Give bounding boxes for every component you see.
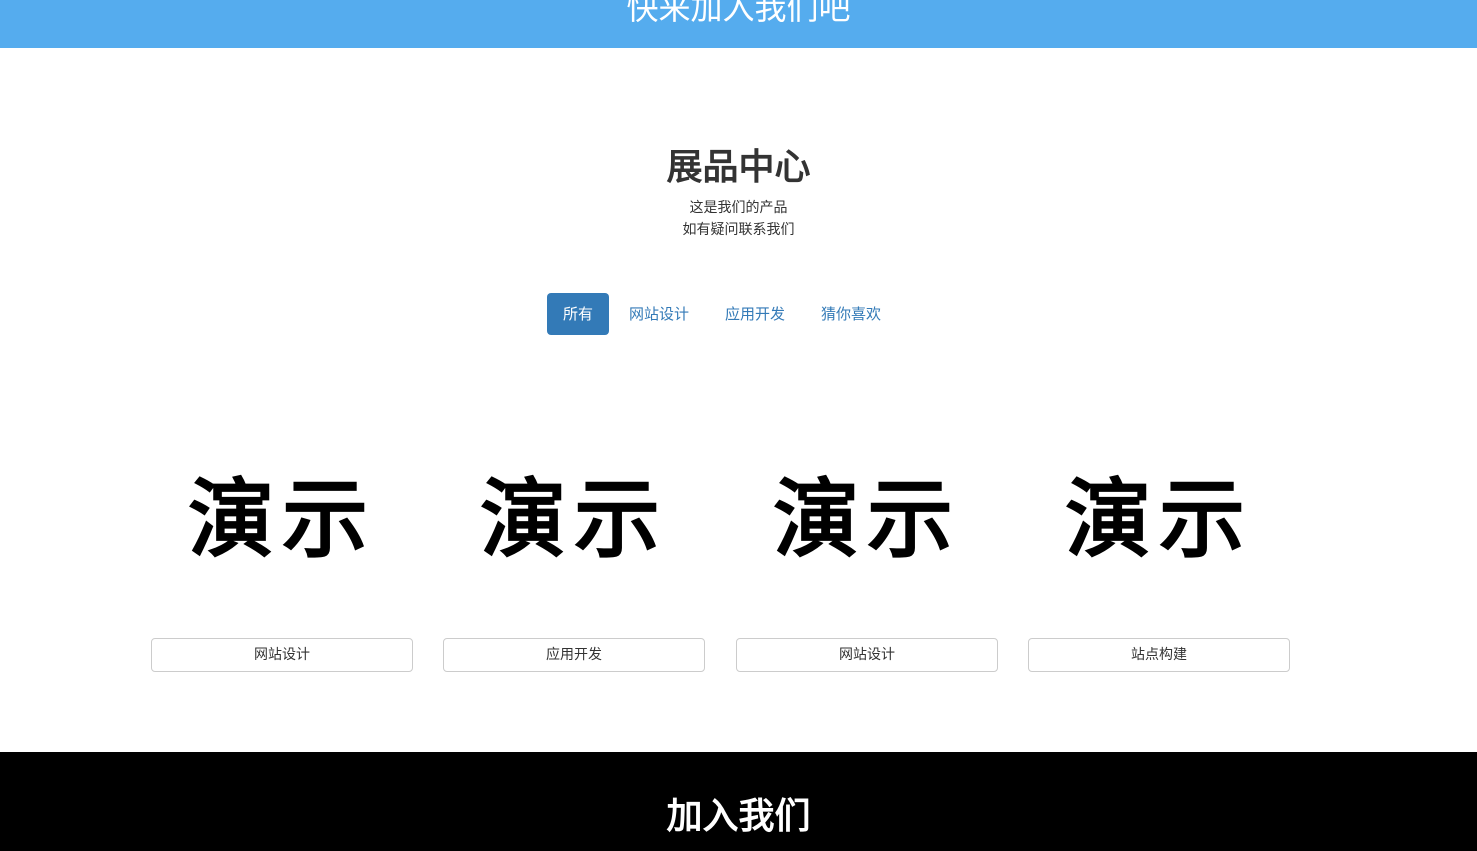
filter-tab-web-design[interactable]: 网站设计: [613, 293, 705, 335]
section-subtitle-line2: 如有疑问联系我们: [682, 222, 795, 238]
product-button[interactable]: 站点构建: [1028, 638, 1290, 672]
page-title: 展品中心: [666, 147, 811, 188]
filter-tab-all[interactable]: 所有: [547, 293, 610, 335]
filter-tab-guess-you-like[interactable]: 猜你喜欢: [805, 293, 897, 335]
banner-title: 快来加入我们吧: [626, 0, 851, 27]
section-subtitle-line1: 这是我们的产品: [689, 200, 788, 216]
product-button[interactable]: 网站设计: [151, 638, 413, 672]
footer-band: 加入我们: [0, 752, 1477, 851]
product-button[interactable]: 应用开发: [443, 638, 705, 672]
product-image: 演示: [480, 470, 668, 570]
filter-nav: 所有 网站设计 应用开发 猜你喜欢: [547, 293, 901, 335]
product-button[interactable]: 网站设计: [736, 638, 998, 672]
product-card: 演示 网站设计: [151, 470, 413, 680]
product-card: 演示 站点构建: [1028, 470, 1290, 680]
product-card: 演示 网站设计: [736, 470, 998, 680]
product-image: 演示: [188, 470, 376, 570]
product-image: 演示: [773, 470, 961, 570]
product-image: 演示: [1065, 470, 1253, 570]
footer-title: 加入我们: [666, 796, 811, 837]
top-banner: 快来加入我们吧: [0, 0, 1477, 48]
filter-tab-app-dev[interactable]: 应用开发: [709, 293, 801, 335]
product-card: 演示 应用开发: [443, 470, 705, 680]
